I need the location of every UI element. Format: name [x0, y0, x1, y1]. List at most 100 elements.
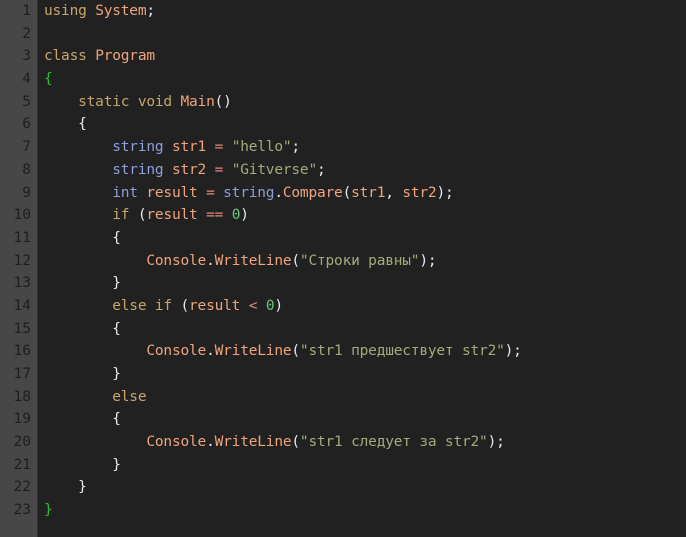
type-token: int: [112, 184, 138, 201]
punctuation-token: [223, 162, 232, 178]
operator-token: ==: [206, 207, 224, 224]
operator-token: <: [248, 297, 258, 314]
line-number: 21: [13, 456, 31, 473]
punctuation-token: ): [274, 297, 283, 314]
brace-token: }: [44, 502, 53, 519]
code-line[interactable]: string str2 = "Gitverse";: [44, 159, 686, 182]
line-number: 22: [13, 479, 31, 496]
code-line[interactable]: class Program: [44, 45, 686, 68]
code-area[interactable]: using System; class Program { static void…: [38, 0, 686, 537]
identifier-token: WriteLine: [214, 434, 292, 451]
keyword-token: if: [154, 297, 172, 314]
code-line[interactable]: }: [44, 499, 686, 522]
brace-token: {: [44, 71, 53, 88]
code-editor[interactable]: 1 2 3 4 5 6 7 8 9 10 11 12 13 14 15 16 17 18 19 20 21 22 23 us…: [0, 0, 686, 537]
identifier-token: Main: [180, 93, 215, 110]
operator-token: =: [206, 184, 215, 201]
punctuation-token: [44, 389, 112, 405]
punctuation-token: }: [44, 479, 87, 496]
code-line[interactable]: {: [44, 113, 686, 136]
code-line[interactable]: if (result == 0): [44, 204, 686, 227]
code-line[interactable]: {: [44, 408, 686, 431]
code-line[interactable]: Console.WriteLine("str1 следует за str2"…: [44, 431, 686, 454]
code-line[interactable]: string str1 = "hello";: [44, 136, 686, 159]
punctuation-token: .: [274, 184, 283, 201]
punctuation-token: .: [206, 343, 215, 360]
line-number: 12: [13, 252, 31, 269]
keyword-token: if: [112, 207, 130, 224]
code-line[interactable]: Console.WriteLine("str1 предшествует str…: [44, 340, 686, 363]
code-line[interactable]: static void Main(): [44, 91, 686, 114]
punctuation-token: {: [44, 411, 121, 428]
punctuation-token: [44, 434, 146, 450]
punctuation-token: (: [342, 184, 352, 201]
keyword-token: else: [112, 297, 147, 314]
punctuation-token: [44, 343, 146, 359]
punctuation-token: (: [291, 434, 300, 451]
punctuation-token: (: [129, 207, 147, 224]
line-number: 23: [13, 502, 31, 519]
keyword-token: using: [44, 3, 87, 19]
punctuation-token: [223, 139, 232, 155]
code-line[interactable]: }: [44, 272, 686, 295]
identifier-token: WriteLine: [214, 343, 292, 360]
punctuation-token: }: [44, 456, 121, 473]
line-number: 10: [13, 207, 31, 224]
punctuation-token: [44, 253, 146, 269]
code-line[interactable]: [44, 23, 686, 46]
punctuation-token: ,: [385, 184, 403, 201]
punctuation-token: .: [206, 434, 215, 451]
punctuation-token: );: [436, 184, 454, 201]
code-line[interactable]: }: [44, 363, 686, 386]
string-token: "str1 следует за str2": [299, 434, 488, 451]
code-line[interactable]: else if (result < 0): [44, 295, 686, 318]
punctuation-token: [215, 185, 224, 201]
punctuation-token: [44, 185, 112, 201]
type-token: string: [223, 184, 275, 201]
identifier-token: Program: [95, 48, 155, 65]
punctuation-token: [206, 162, 215, 178]
code-line[interactable]: else: [44, 386, 686, 409]
code-line[interactable]: Console.WriteLine("Строки равны");: [44, 250, 686, 273]
type-token: string: [112, 139, 164, 156]
identifier-token: result: [189, 297, 241, 314]
line-number: 19: [13, 411, 31, 428]
punctuation-token: );: [487, 434, 505, 451]
keyword-token: else: [112, 388, 147, 405]
punctuation-token: (: [291, 343, 300, 360]
punctuation-token: (: [291, 252, 300, 269]
line-number: 5: [22, 93, 31, 110]
code-line[interactable]: {: [44, 227, 686, 250]
punctuation-token: [44, 298, 112, 314]
identifier-token: System: [95, 3, 147, 19]
code-line[interactable]: {: [44, 318, 686, 341]
identifier-token: str2: [402, 184, 437, 201]
line-number: 3: [22, 48, 31, 65]
line-number: 11: [13, 229, 31, 246]
punctuation-token: [257, 298, 266, 314]
line-number: 6: [22, 116, 31, 133]
punctuation-token: [44, 162, 112, 178]
punctuation-token: [146, 298, 155, 314]
code-line[interactable]: using System;: [44, 0, 686, 23]
identifier-token: Console: [146, 343, 207, 360]
string-token: "str1 предшествует str2": [299, 343, 505, 360]
code-line[interactable]: }: [44, 476, 686, 499]
punctuation-token: [163, 139, 172, 155]
punctuation-token: [223, 207, 232, 223]
punctuation-token: [44, 207, 112, 223]
line-number: 18: [13, 388, 31, 405]
punctuation-token: [172, 94, 181, 110]
identifier-token: result: [146, 207, 198, 224]
code-line[interactable]: int result = string.Compare(str1, str2);: [44, 182, 686, 205]
punctuation-token: [163, 162, 172, 178]
line-number: 14: [13, 297, 31, 314]
type-token: string: [112, 161, 164, 178]
punctuation-token: ): [240, 207, 249, 224]
line-number: 2: [22, 25, 31, 42]
line-number: 8: [22, 161, 31, 178]
code-line[interactable]: }: [44, 454, 686, 477]
line-number: 20: [13, 434, 31, 451]
line-number: 17: [13, 366, 31, 382]
code-line[interactable]: {: [44, 68, 686, 91]
